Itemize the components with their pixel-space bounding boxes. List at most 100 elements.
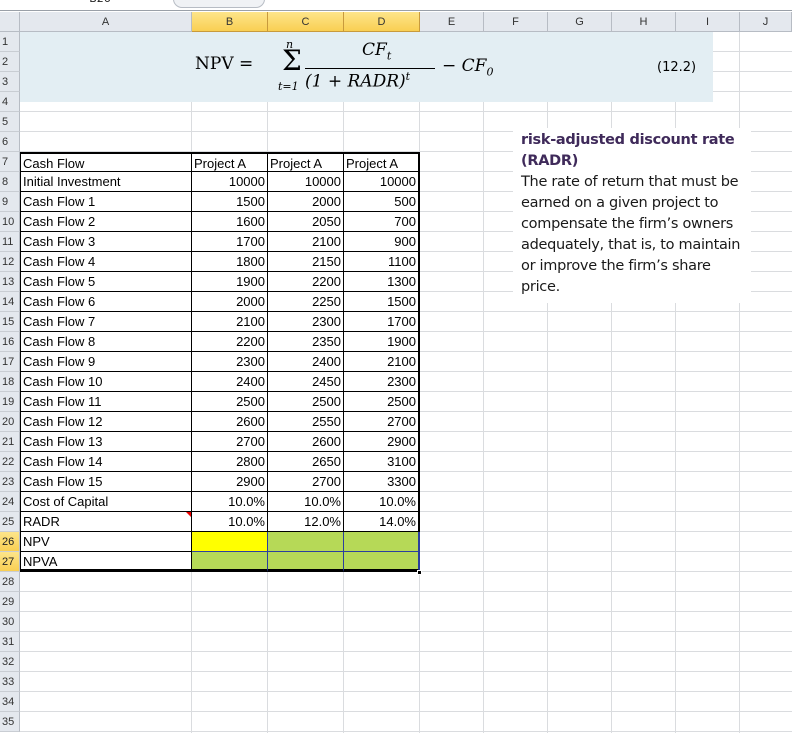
value-cell[interactable]: 1800	[192, 252, 268, 272]
value-cell[interactable]: 2150	[268, 252, 344, 272]
row-header-20[interactable]: 20	[0, 412, 20, 432]
row-header-6[interactable]: 6	[0, 132, 20, 152]
row-header-14[interactable]: 14	[0, 292, 20, 312]
value-cell[interactable]: 2500	[268, 392, 344, 412]
name-box[interactable]: B26	[40, 0, 160, 8]
row-header-17[interactable]: 17	[0, 352, 20, 372]
row-header-11[interactable]: 11	[0, 232, 20, 252]
comment-indicator-icon[interactable]	[186, 512, 191, 517]
value-cell[interactable]: 2200	[268, 272, 344, 292]
row-header-1[interactable]: 1	[0, 32, 20, 52]
value-cell[interactable]	[268, 532, 344, 552]
value-cell[interactable]: 1900	[192, 272, 268, 292]
row-header-35[interactable]: 35	[0, 712, 20, 732]
row-label-cell[interactable]: Cash Flow 6	[20, 292, 192, 312]
row-header-19[interactable]: 19	[0, 392, 20, 412]
value-cell[interactable]: 2600	[192, 412, 268, 432]
value-cell[interactable]: 10000	[268, 172, 344, 192]
value-cell[interactable]: 2100	[344, 352, 420, 372]
definition-textbox[interactable]: risk-adjusted discount rate (RADR) The r…	[513, 128, 751, 303]
row-header-28[interactable]: 28	[0, 572, 20, 592]
row-label-cell[interactable]: NPVA	[20, 552, 192, 572]
value-cell[interactable]: 10.0%	[344, 492, 420, 512]
row-label-cell[interactable]: Cash Flow 1	[20, 192, 192, 212]
row-header-21[interactable]: 21	[0, 432, 20, 452]
column-header-D[interactable]: D	[344, 12, 420, 32]
fill-handle[interactable]	[417, 570, 422, 575]
header-cell[interactable]: Project A	[192, 152, 268, 172]
row-header-27[interactable]: 27	[0, 552, 20, 572]
value-cell[interactable]: 2000	[192, 292, 268, 312]
value-cell[interactable]: 2800	[192, 452, 268, 472]
header-cell[interactable]: Project A	[268, 152, 344, 172]
value-cell[interactable]: 2350	[268, 332, 344, 352]
row-label-cell[interactable]: Cash Flow 12	[20, 412, 192, 432]
value-cell[interactable]: 2550	[268, 412, 344, 432]
value-cell[interactable]: 14.0%	[344, 512, 420, 532]
row-label-cell[interactable]: Cash Flow 9	[20, 352, 192, 372]
value-cell[interactable]	[192, 532, 268, 552]
value-cell[interactable]: 1900	[344, 332, 420, 352]
row-header-26[interactable]: 26	[0, 532, 20, 552]
column-header-E[interactable]: E	[420, 12, 484, 32]
value-cell[interactable]: 2200	[192, 332, 268, 352]
column-header-C[interactable]: C	[268, 12, 344, 32]
value-cell[interactable]: 1700	[344, 312, 420, 332]
header-cell[interactable]: Cash Flow	[20, 152, 192, 172]
value-cell[interactable]: 2600	[268, 432, 344, 452]
value-cell[interactable]	[344, 532, 420, 552]
column-header-J[interactable]: J	[740, 12, 792, 32]
row-label-cell[interactable]: NPV	[20, 532, 192, 552]
row-header-13[interactable]: 13	[0, 272, 20, 292]
row-label-cell[interactable]: Cash Flow 7	[20, 312, 192, 332]
value-cell[interactable]	[344, 552, 420, 572]
row-header-32[interactable]: 32	[0, 652, 20, 672]
value-cell[interactable]: 10.0%	[192, 512, 268, 532]
value-cell[interactable]: 10.0%	[192, 492, 268, 512]
row-header-30[interactable]: 30	[0, 612, 20, 632]
value-cell[interactable]: 12.0%	[268, 512, 344, 532]
row-label-cell[interactable]: Initial Investment	[20, 172, 192, 192]
row-label-cell[interactable]: Cash Flow 10	[20, 372, 192, 392]
row-header-22[interactable]: 22	[0, 452, 20, 472]
row-header-5[interactable]: 5	[0, 112, 20, 132]
value-cell[interactable]: 10.0%	[268, 492, 344, 512]
row-label-cell[interactable]: Cash Flow 15	[20, 472, 192, 492]
select-all-button[interactable]	[0, 12, 20, 32]
value-cell[interactable]: 2900	[192, 472, 268, 492]
row-header-3[interactable]: 3	[0, 72, 20, 92]
value-cell[interactable]	[268, 552, 344, 572]
row-label-cell[interactable]: Cash Flow 5	[20, 272, 192, 292]
row-label-cell[interactable]: Cash Flow 14	[20, 452, 192, 472]
row-header-2[interactable]: 2	[0, 52, 20, 72]
column-header-H[interactable]: H	[612, 12, 676, 32]
value-cell[interactable]: 2500	[192, 392, 268, 412]
row-label-cell[interactable]: Cost of Capital	[20, 492, 192, 512]
value-cell[interactable]: 2050	[268, 212, 344, 232]
row-header-15[interactable]: 15	[0, 312, 20, 332]
column-header-B[interactable]: B	[192, 12, 268, 32]
value-cell[interactable]: 2300	[192, 352, 268, 372]
row-header-31[interactable]: 31	[0, 632, 20, 652]
row-label-cell[interactable]: RADR	[20, 512, 192, 532]
row-header-29[interactable]: 29	[0, 592, 20, 612]
column-header-A[interactable]: A	[20, 12, 192, 32]
value-cell[interactable]: 2700	[268, 472, 344, 492]
row-label-cell[interactable]: Cash Flow 11	[20, 392, 192, 412]
column-header-G[interactable]: G	[548, 12, 612, 32]
value-cell[interactable]: 2700	[192, 432, 268, 452]
formula-bar-controls[interactable]	[173, 0, 265, 8]
row-header-18[interactable]: 18	[0, 372, 20, 392]
value-cell[interactable]: 10000	[192, 172, 268, 192]
row-label-cell[interactable]: Cash Flow 13	[20, 432, 192, 452]
row-header-24[interactable]: 24	[0, 492, 20, 512]
value-cell[interactable]	[192, 552, 268, 572]
row-header-10[interactable]: 10	[0, 212, 20, 232]
row-header-33[interactable]: 33	[0, 672, 20, 692]
row-header-25[interactable]: 25	[0, 512, 20, 532]
value-cell[interactable]: 2450	[268, 372, 344, 392]
value-cell[interactable]: 2000	[268, 192, 344, 212]
value-cell[interactable]: 1500	[192, 192, 268, 212]
column-header-F[interactable]: F	[484, 12, 548, 32]
value-cell[interactable]: 700	[344, 212, 420, 232]
